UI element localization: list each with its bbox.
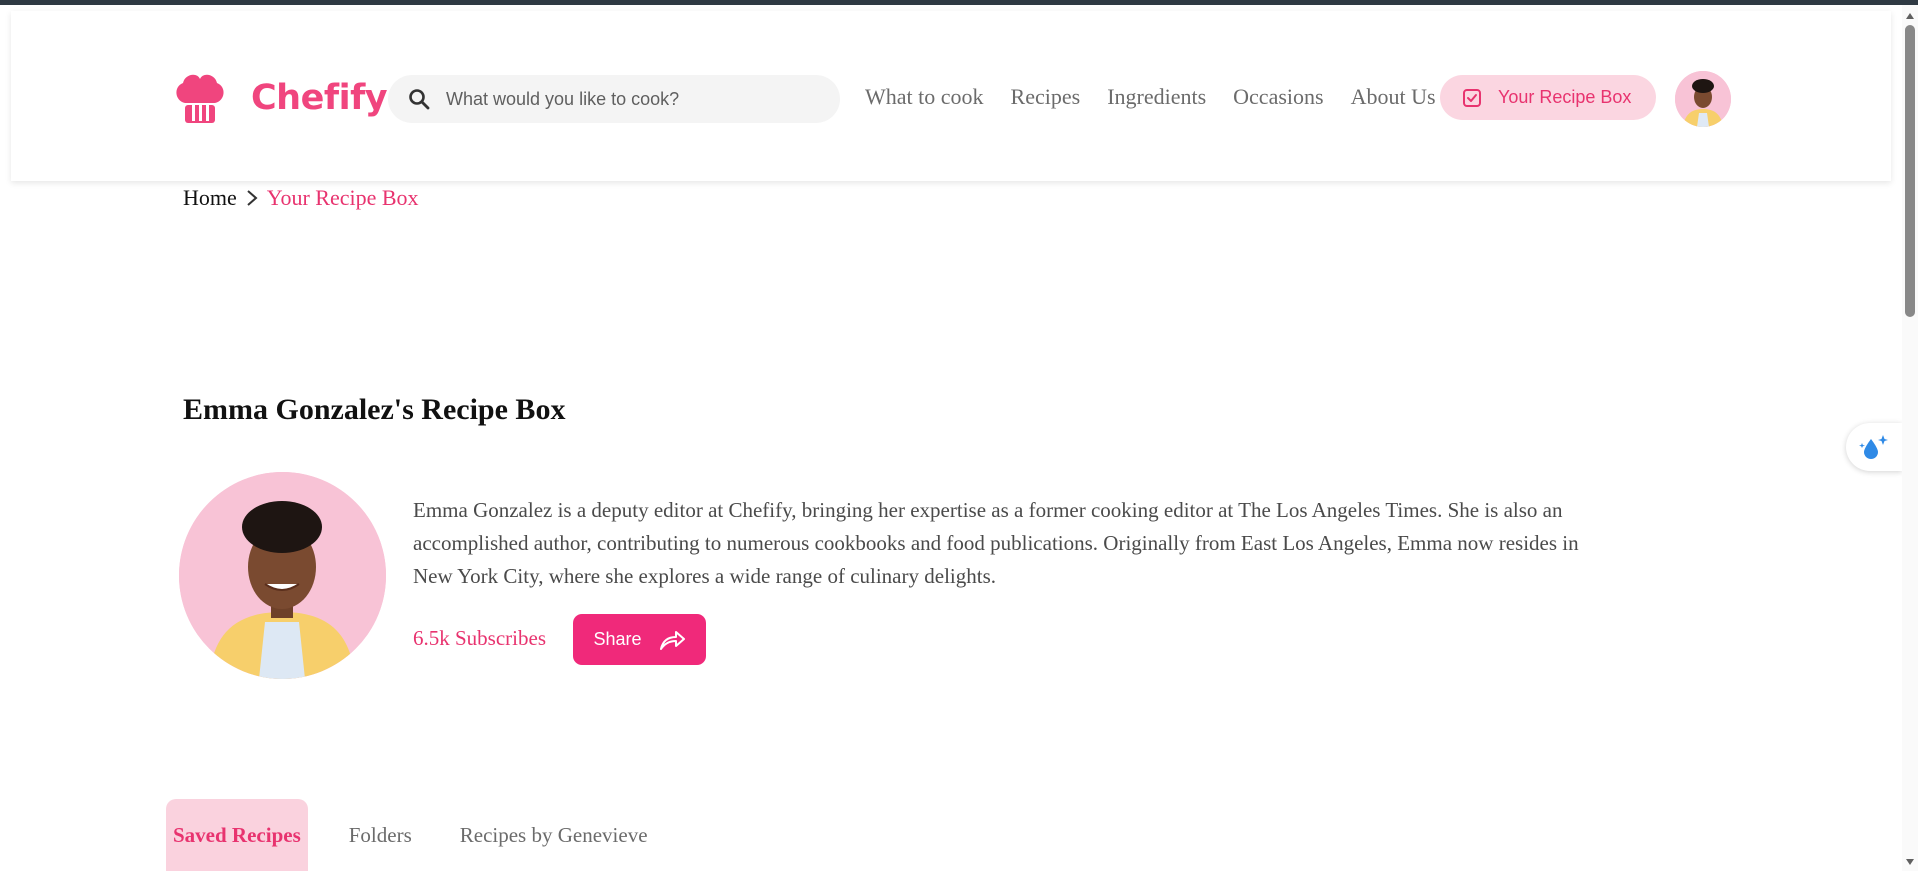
main-nav: What to cook Recipes Ingredients Occasio… [865,84,1436,110]
subscriber-count[interactable]: 6.5k Subscribes [413,626,546,651]
nav-about-us[interactable]: About Us [1351,84,1436,110]
share-button[interactable]: Share [573,614,706,665]
search-bar[interactable] [388,75,840,123]
search-icon [409,89,430,110]
breadcrumb-home[interactable]: Home [183,185,237,211]
brand-name: Chefify [251,78,388,118]
search-input[interactable] [446,88,826,110]
profile-avatar [179,472,386,679]
tab-recipes-by-genevieve[interactable]: Recipes by Genevieve [453,799,655,871]
share-label: Share [593,629,642,649]
page-scrollbar[interactable] [1902,5,1918,871]
avatar-image [1675,71,1731,127]
nav-what-to-cook[interactable]: What to cook [865,84,984,110]
nav-recipes[interactable]: Recipes [1011,84,1081,110]
brand-logo[interactable]: Chefify [171,69,388,127]
scrollbar-thumb[interactable] [1905,25,1915,317]
floating-widget-button[interactable] [1846,423,1902,471]
tab-saved-recipes[interactable]: Saved Recipes [166,799,308,871]
site-header: Chefify What to cook Recipes Ingredients… [11,11,1891,181]
share-arrow-icon [659,630,685,650]
profile-bio: Emma Gonzalez is a deputy editor at Chef… [413,498,1579,588]
nav-occasions[interactable]: Occasions [1233,84,1323,110]
profile-photo [179,472,386,679]
breadcrumb-current[interactable]: Your Recipe Box [267,185,419,211]
scroll-down-arrow-icon[interactable] [1905,857,1915,867]
your-recipe-box-button[interactable]: Your Recipe Box [1440,75,1656,120]
nav-ingredients[interactable]: Ingredients [1107,84,1206,110]
water-drop-sparkle-icon [1859,435,1888,459]
breadcrumb: Home Your Recipe Box [183,185,419,211]
chevron-right-icon [247,190,258,206]
user-avatar[interactable] [1675,71,1731,127]
chef-hat-icon [176,74,224,123]
scroll-up-arrow-icon[interactable] [1905,11,1915,21]
tab-folders[interactable]: Folders [342,799,419,871]
window-top-strip [0,0,1918,5]
page-title: Emma Gonzalez's Recipe Box [183,393,566,426]
recipe-box-label: Your Recipe Box [1498,87,1632,107]
checkbox-icon [1463,88,1481,107]
recipe-tabs: Saved Recipes Folders Recipes by Genevie… [166,799,655,871]
